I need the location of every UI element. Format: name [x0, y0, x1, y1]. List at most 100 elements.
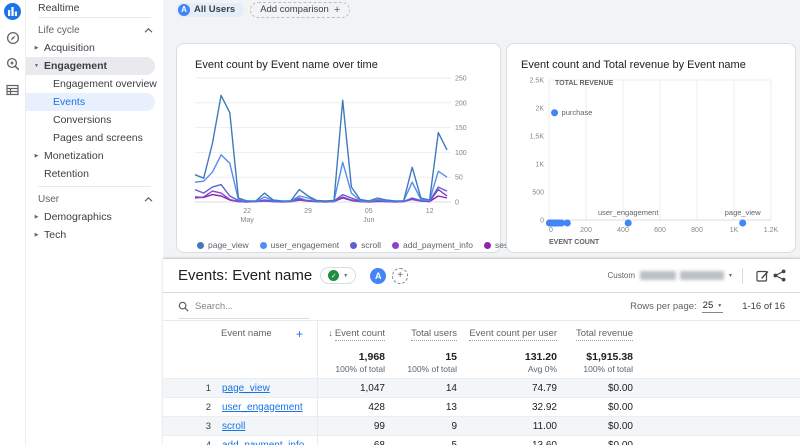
line-chart-title: Event count by Event name over time	[195, 59, 496, 71]
app-window: Realtime Life cycle ▶Acquisition ▼Engage…	[0, 0, 800, 445]
column-header-event-count-per-user[interactable]: Event count per user	[457, 328, 557, 339]
rows-per-page-select[interactable]: 25▼	[702, 300, 724, 313]
sidebar-item-realtime[interactable]: Realtime	[26, 1, 163, 14]
arrow-right-icon: ▶	[32, 153, 41, 159]
event-link[interactable]: page_view	[222, 383, 270, 394]
svg-text:500: 500	[532, 190, 544, 197]
svg-text:2.5K: 2.5K	[530, 78, 545, 85]
cell-per-user: 74.79	[457, 383, 557, 394]
sidebar-section-user[interactable]: User	[26, 190, 163, 208]
event-link[interactable]: scroll	[222, 421, 245, 432]
edit-icon[interactable]	[756, 269, 769, 282]
line-chart: 05010015020025022May2905Jun12	[193, 74, 495, 234]
events-table-panel: Events: Event name ✓ ▼ A + Custom ▼	[163, 259, 800, 445]
report-canvas: A All Users Add comparison + Event count…	[163, 0, 800, 253]
table-row: 3scroll 99 9 11.00 $0.00	[163, 416, 800, 435]
column-header-event-count[interactable]: ↓Event count	[317, 328, 385, 339]
segment-a-chip[interactable]: A	[370, 268, 386, 284]
add-column-icon[interactable]: +	[296, 327, 303, 341]
column-header-total-revenue[interactable]: Total revenue	[557, 328, 633, 339]
sidebar-item-retention[interactable]: Retention	[26, 165, 163, 183]
legend-item-page-view[interactable]: page_view	[197, 240, 249, 250]
arrow-right-icon: ▶	[32, 45, 41, 51]
svg-text:Jun: Jun	[363, 217, 374, 224]
svg-text:0: 0	[455, 200, 459, 207]
cell-revenue: $0.00	[557, 440, 633, 445]
search-input[interactable]	[195, 301, 285, 312]
cell-event-count: 1,047	[317, 383, 385, 394]
svg-text:0: 0	[540, 218, 544, 225]
share-icon[interactable]	[773, 269, 786, 282]
check-circle-icon: ✓	[328, 270, 339, 281]
sidebar-item-events[interactable]: Events	[26, 93, 155, 111]
cell-per-user: 32.92	[457, 402, 557, 413]
library-icon[interactable]	[4, 81, 21, 98]
explore-icon[interactable]	[4, 29, 21, 46]
svg-text:1.2K: 1.2K	[764, 227, 779, 234]
sidebar-item-conversions[interactable]: Conversions	[26, 111, 163, 129]
svg-text:May: May	[241, 217, 255, 224]
sidebar-item-acquisition[interactable]: ▶Acquisition	[26, 39, 163, 57]
sidebar-item-engagement[interactable]: ▼Engagement	[26, 57, 155, 75]
sidebar-divider	[38, 186, 151, 187]
svg-text:29: 29	[304, 208, 312, 215]
cell-event-count: 68	[317, 440, 385, 445]
chevron-up-icon	[144, 28, 153, 33]
event-link[interactable]: add_payment_info	[222, 440, 304, 445]
line-chart-card: Event count by Event name over time 0501…	[176, 43, 501, 253]
svg-text:EVENT COUNT: EVENT COUNT	[549, 239, 600, 246]
sidebar-divider	[38, 17, 151, 18]
svg-text:page_view: page_view	[725, 208, 761, 217]
add-comparison-chip[interactable]: Add comparison +	[250, 2, 350, 18]
dimension-filter-chip[interactable]: ✓ ▼	[320, 267, 356, 284]
sidebar-item-demographics[interactable]: ▶Demographics	[26, 208, 163, 226]
date-range-redacted	[680, 271, 724, 280]
svg-text:22: 22	[243, 208, 251, 215]
all-users-label: All Users	[194, 4, 235, 15]
svg-text:TOTAL REVENUE: TOTAL REVENUE	[555, 80, 614, 87]
event-link[interactable]: user_engagement	[222, 402, 303, 413]
main-content: A All Users Add comparison + Event count…	[163, 0, 800, 445]
svg-text:200: 200	[455, 100, 467, 107]
search-icon	[178, 301, 189, 312]
table-row: 1page_view 1,047 14 74.79 $0.00	[163, 378, 800, 397]
legend-dot	[260, 242, 267, 249]
legend-item-scroll[interactable]: scroll	[350, 240, 381, 250]
reports-icon[interactable]	[4, 3, 21, 20]
svg-text:1.5K: 1.5K	[530, 134, 545, 141]
all-users-chip[interactable]: A All Users	[176, 3, 244, 17]
sidebar-item-tech[interactable]: ▶Tech	[26, 226, 163, 244]
legend-item-user-engagement[interactable]: user_engagement	[260, 240, 340, 250]
svg-text:2K: 2K	[535, 106, 544, 113]
advertising-icon[interactable]	[4, 55, 21, 72]
svg-text:400: 400	[617, 227, 629, 234]
row-number: 4	[199, 440, 211, 445]
totals-per-user: 131.20Avg 0%	[457, 351, 557, 374]
svg-text:150: 150	[455, 125, 467, 132]
svg-text:user_engagement: user_engagement	[598, 208, 659, 217]
cell-event-count: 428	[317, 402, 385, 413]
divider	[742, 268, 743, 284]
sidebar-section-life-cycle[interactable]: Life cycle	[26, 21, 163, 39]
cell-revenue: $0.00	[557, 421, 633, 432]
sidebar-item-monetization[interactable]: ▶Monetization	[26, 147, 163, 165]
table-header-row: Event name + ↓Event count Total users Ev…	[163, 321, 800, 346]
legend-item-add-payment-info[interactable]: add_payment_info	[392, 240, 473, 250]
svg-text:0: 0	[549, 227, 553, 234]
svg-text:12: 12	[426, 208, 434, 215]
table-title: Events: Event name	[178, 267, 312, 284]
sidebar-item-pages-and-screens[interactable]: Pages and screens	[26, 129, 163, 147]
column-header-total-users[interactable]: Total users	[385, 328, 457, 339]
sidebar-item-engagement-overview[interactable]: Engagement overview	[26, 75, 163, 93]
table-search[interactable]	[178, 295, 309, 319]
totals-event-count: 1,968100% of total	[317, 351, 385, 374]
events-table: Event name + ↓Event count Total users Ev…	[163, 321, 800, 445]
cell-total-users: 9	[385, 421, 457, 432]
chevron-down-icon[interactable]: ▼	[728, 273, 733, 279]
svg-text:600: 600	[654, 227, 666, 234]
comparison-bar: A All Users Add comparison +	[176, 2, 800, 17]
legend-dot	[484, 242, 491, 249]
add-segment-button[interactable]: +	[392, 268, 408, 284]
arrow-down-icon: ▼	[32, 63, 41, 69]
totals-row: 1,968100% of total 15100% of total 131.2…	[163, 346, 800, 378]
